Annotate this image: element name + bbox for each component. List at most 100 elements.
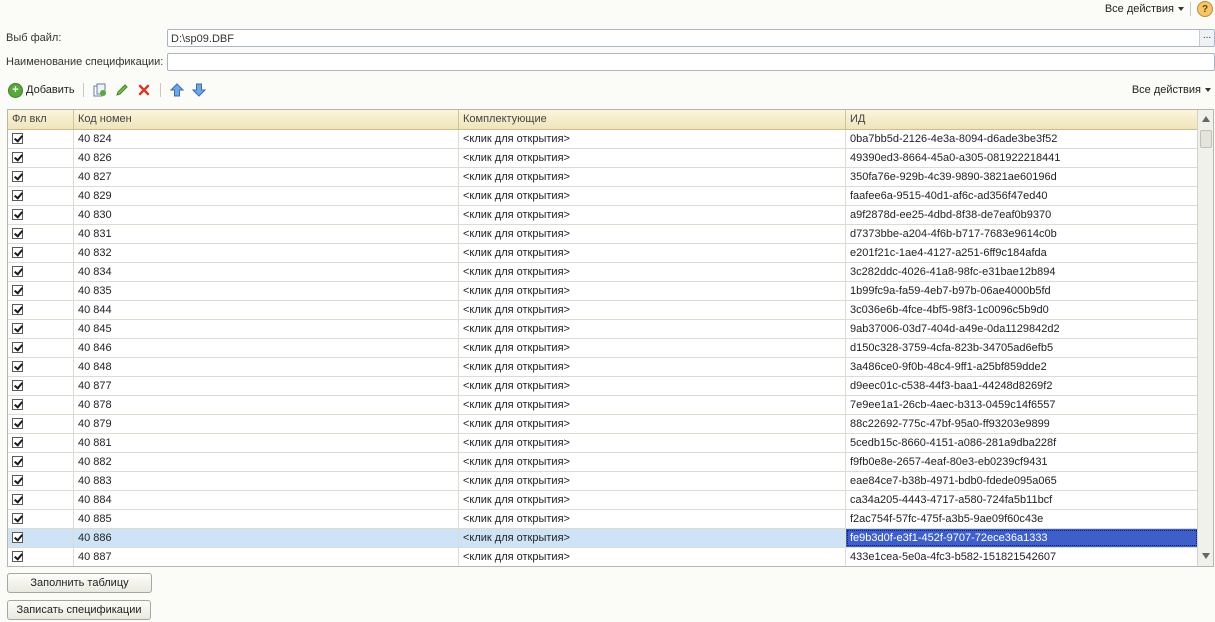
enabled-cell[interactable]: [8, 206, 74, 224]
enabled-cell[interactable]: [8, 434, 74, 452]
id-cell[interactable]: faafee6a-9515-40d1-af6c-ad356f47ed40: [846, 187, 1198, 205]
table-row[interactable]: 40 885 <клик для открытия> f2ac754f-57fc-4…: [8, 510, 1198, 529]
copy-icon[interactable]: [92, 82, 108, 98]
edit-icon[interactable]: [114, 82, 130, 98]
code-cell[interactable]: 40 848: [74, 358, 459, 376]
code-cell[interactable]: 40 845: [74, 320, 459, 338]
id-cell[interactable]: ca34a205-4443-4717-a580-724fa5b11bcf: [846, 491, 1198, 509]
components-cell[interactable]: <клик для открытия>: [459, 358, 846, 376]
code-cell[interactable]: 40 827: [74, 168, 459, 186]
components-cell[interactable]: <клик для открытия>: [459, 263, 846, 281]
code-cell[interactable]: 40 832: [74, 244, 459, 262]
delete-icon[interactable]: [136, 82, 152, 98]
fill-table-button[interactable]: Заполнить таблицу: [7, 573, 152, 593]
checkbox-checked[interactable]: [12, 380, 23, 391]
add-button[interactable]: + Добавить: [8, 82, 75, 98]
help-icon[interactable]: ?: [1197, 1, 1213, 17]
code-cell[interactable]: 40 834: [74, 263, 459, 281]
checkbox-checked[interactable]: [12, 285, 23, 296]
table-row[interactable]: 40 846 <клик для открытия> d150c328-3759-4…: [8, 339, 1198, 358]
components-cell[interactable]: <клик для открытия>: [459, 415, 846, 433]
move-up-icon[interactable]: [169, 82, 185, 98]
enabled-cell[interactable]: [8, 491, 74, 509]
id-cell[interactable]: 9ab37006-03d7-404d-a49e-0da1129842d2: [846, 320, 1198, 338]
id-cell[interactable]: 433e1cea-5e0a-4fc3-b582-151821542607: [846, 548, 1198, 566]
scroll-thumb[interactable]: [1200, 130, 1212, 148]
checkbox-checked[interactable]: [12, 532, 23, 543]
code-cell[interactable]: 40 884: [74, 491, 459, 509]
components-cell[interactable]: <клик для открытия>: [459, 529, 846, 547]
enabled-cell[interactable]: [8, 396, 74, 414]
code-cell[interactable]: 40 826: [74, 149, 459, 167]
vertical-scrollbar[interactable]: [1197, 110, 1213, 566]
checkbox-checked[interactable]: [12, 209, 23, 220]
code-cell[interactable]: 40 846: [74, 339, 459, 357]
code-cell[interactable]: 40 844: [74, 301, 459, 319]
components-cell[interactable]: <клик для открытия>: [459, 434, 846, 452]
enabled-cell[interactable]: [8, 282, 74, 300]
id-cell[interactable]: d150c328-3759-4cfa-823b-34705ad6efb5: [846, 339, 1198, 357]
move-down-icon[interactable]: [191, 82, 207, 98]
id-cell[interactable]: fe9b3d0f-e3f1-452f-9707-72ece36a1333: [846, 529, 1198, 547]
id-cell[interactable]: 3c036e6b-4fce-4bf5-98f3-1c0096c5b9d0: [846, 301, 1198, 319]
table-row[interactable]: 40 878 <клик для открытия> 7e9ee1a1-26cb-4…: [8, 396, 1198, 415]
id-cell[interactable]: 88c22692-775c-47bf-95a0-ff93203e9899: [846, 415, 1198, 433]
id-cell[interactable]: e201f21c-1ae4-4127-a251-6ff9c184afda: [846, 244, 1198, 262]
components-cell[interactable]: <клик для открытия>: [459, 149, 846, 167]
components-cell[interactable]: <клик для открытия>: [459, 396, 846, 414]
enabled-cell[interactable]: [8, 225, 74, 243]
enabled-cell[interactable]: [8, 377, 74, 395]
enabled-cell[interactable]: [8, 472, 74, 490]
id-cell[interactable]: 1b99fc9a-fa59-4eb7-b97b-06ae4000b5fd: [846, 282, 1198, 300]
checkbox-checked[interactable]: [12, 361, 23, 372]
table-row[interactable]: 40 845 <клик для открытия> 9ab37006-03d7-4…: [8, 320, 1198, 339]
id-cell[interactable]: 5cedb15c-8660-4151-a086-281a9dba228f: [846, 434, 1198, 452]
table-row[interactable]: 40 887 <клик для открытия> 433e1cea-5e0a-4…: [8, 548, 1198, 566]
id-cell[interactable]: 350fa76e-929b-4c39-9890-3821ae60196d: [846, 168, 1198, 186]
components-cell[interactable]: <клик для открытия>: [459, 301, 846, 319]
components-cell[interactable]: <клик для открытия>: [459, 187, 846, 205]
code-cell[interactable]: 40 883: [74, 472, 459, 490]
checkbox-checked[interactable]: [12, 304, 23, 315]
checkbox-checked[interactable]: [12, 266, 23, 277]
checkbox-checked[interactable]: [12, 133, 23, 144]
checkbox-checked[interactable]: [12, 399, 23, 410]
enabled-cell[interactable]: [8, 187, 74, 205]
components-cell[interactable]: <клик для открытия>: [459, 491, 846, 509]
code-cell[interactable]: 40 878: [74, 396, 459, 414]
table-row[interactable]: 40 834 <клик для открытия> 3c282ddc-4026-4…: [8, 263, 1198, 282]
code-cell[interactable]: 40 887: [74, 548, 459, 566]
enabled-cell[interactable]: [8, 529, 74, 547]
table-row[interactable]: 40 884 <клик для открытия> ca34a205-4443-4…: [8, 491, 1198, 510]
id-cell[interactable]: 3a486ce0-9f0b-48c4-9ff1-a25bf859dde2: [846, 358, 1198, 376]
checkbox-checked[interactable]: [12, 247, 23, 258]
checkbox-checked[interactable]: [12, 171, 23, 182]
id-cell[interactable]: d7373bbe-a204-4f6b-b717-7683e9614c0b: [846, 225, 1198, 243]
code-cell[interactable]: 40 830: [74, 206, 459, 224]
checkbox-checked[interactable]: [12, 494, 23, 505]
components-cell[interactable]: <клик для открытия>: [459, 130, 846, 148]
enabled-cell[interactable]: [8, 339, 74, 357]
table-row[interactable]: 40 835 <клик для открытия> 1b99fc9a-fa59-4…: [8, 282, 1198, 301]
components-cell[interactable]: <клик для открытия>: [459, 339, 846, 357]
enabled-cell[interactable]: [8, 149, 74, 167]
scroll-up-button[interactable]: [1198, 110, 1213, 127]
components-cell[interactable]: <клик для открытия>: [459, 377, 846, 395]
id-cell[interactable]: 3c282ddc-4026-41a8-98fc-e31bae12b894: [846, 263, 1198, 281]
table-row[interactable]: 40 824 <клик для открытия> 0ba7bb5d-2126-4…: [8, 130, 1198, 149]
id-cell[interactable]: 49390ed3-8664-45a0-a305-081922218441: [846, 149, 1198, 167]
all-actions-menu[interactable]: Все действия: [1105, 3, 1184, 15]
enabled-cell[interactable]: [8, 548, 74, 566]
components-cell[interactable]: <клик для открытия>: [459, 472, 846, 490]
table-row[interactable]: 40 827 <клик для открытия> 350fa76e-929b-4…: [8, 168, 1198, 187]
table-row[interactable]: 40 886 <клик для открытия> fe9b3d0f-e3f1-4…: [8, 529, 1198, 548]
components-cell[interactable]: <клик для открытия>: [459, 225, 846, 243]
enabled-cell[interactable]: [8, 244, 74, 262]
id-cell[interactable]: eae84ce7-b38b-4971-bdb0-fdede095a065: [846, 472, 1198, 490]
enabled-cell[interactable]: [8, 301, 74, 319]
code-cell[interactable]: 40 835: [74, 282, 459, 300]
table-row[interactable]: 40 829 <клик для открытия> faafee6a-9515-4…: [8, 187, 1198, 206]
checkbox-checked[interactable]: [12, 437, 23, 448]
table-row[interactable]: 40 826 <клик для открытия> 49390ed3-8664-4…: [8, 149, 1198, 168]
components-cell[interactable]: <клик для открытия>: [459, 244, 846, 262]
